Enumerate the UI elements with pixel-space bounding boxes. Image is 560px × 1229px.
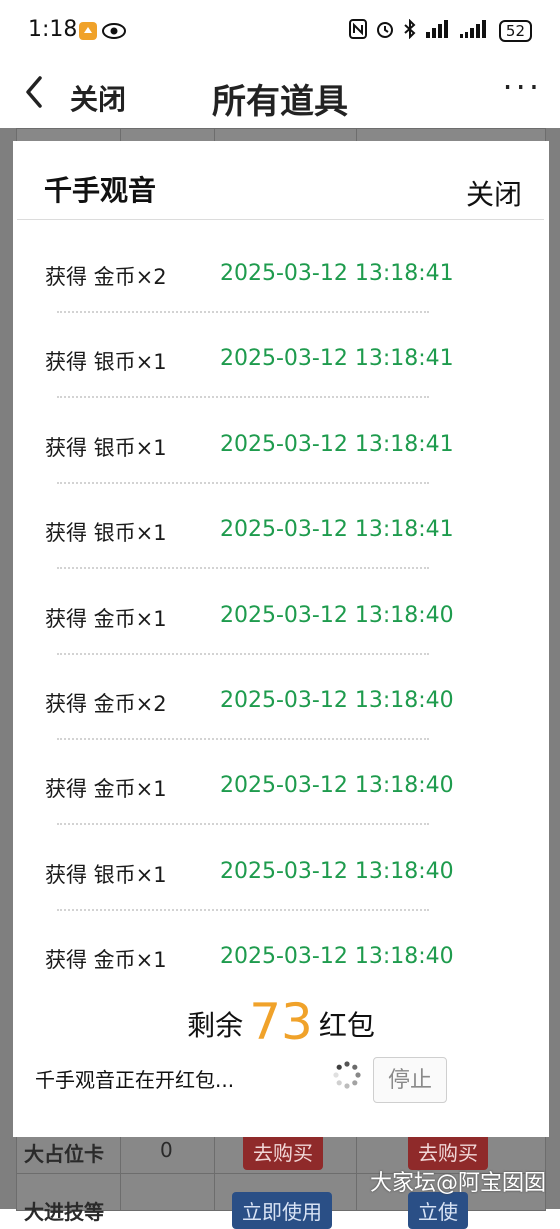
remaining-count: 73: [249, 993, 313, 1051]
reward-time: 2025-03-12 13:18:41: [220, 431, 454, 457]
alarm-icon: [375, 19, 395, 43]
reward-time: 2025-03-12 13:18:41: [220, 261, 454, 286]
bg-row-label: 大占位卡: [24, 1142, 104, 1166]
reward-time: 2025-03-12 13:18:41: [220, 517, 454, 543]
list-item: 获得 金币×1 2025-03-12 13:18:40: [13, 561, 549, 655]
stop-button[interactable]: 停止: [373, 1057, 447, 1103]
battery-indicator: 52: [498, 20, 532, 42]
loading-spinner-icon: [333, 1061, 361, 1089]
reward-text: 获得 银币×1: [45, 350, 167, 375]
open-redpacket-dialog: 千手观音 关闭 获得 金币×2 2025-03-12 13:18:41 获得 银…: [13, 141, 549, 1137]
dialog-title: 千手观音: [44, 174, 157, 207]
status-time: 1:18: [28, 17, 78, 42]
reward-time: 2025-03-12 13:18:40: [220, 687, 454, 713]
reward-text: 获得 金币×2: [45, 691, 167, 716]
reward-time: 2025-03-12 13:18:40: [220, 773, 454, 799]
dialog-close-button[interactable]: 关闭: [466, 173, 522, 213]
list-item: 获得 银币×1 2025-03-12 13:18:41: [13, 475, 549, 570]
reward-time: 2025-03-12 13:18:41: [220, 346, 454, 372]
opening-status-text: 千手观音正在开红包...: [35, 1068, 235, 1092]
bg-row-count: 0: [160, 1138, 173, 1162]
bg-row-label: 大进技等: [24, 1200, 104, 1224]
reward-text: 获得 金币×1: [45, 606, 167, 631]
reward-text: 获得 银币×1: [45, 435, 167, 460]
navigation-bar: 关闭 所有道具 ···: [0, 64, 560, 128]
list-item: 获得 金币×2 2025-03-12 13:18:41: [13, 219, 549, 313]
remaining-count-line: 剩余 73 红包: [13, 993, 549, 1051]
remaining-prefix: 剩余: [187, 1009, 244, 1042]
reward-time: 2025-03-12 13:18:40: [220, 944, 454, 970]
reward-text: 获得 金币×2: [45, 265, 167, 289]
reward-text: 获得 银币×1: [45, 862, 167, 887]
notification-icons: [78, 20, 138, 47]
signal-icon: [425, 20, 451, 42]
bluetooth-icon: [403, 18, 417, 43]
dialog-header: 千手观音 关闭: [17, 141, 544, 220]
buy-button[interactable]: 去购买: [243, 1133, 323, 1170]
reward-time: 2025-03-12 13:18:40: [220, 602, 454, 628]
reward-text: 获得 金币×1: [45, 948, 167, 973]
list-item: 获得 金币×1 2025-03-12 13:18:40: [13, 902, 549, 987]
reward-text: 获得 银币×1: [45, 521, 167, 546]
page-title: 所有道具: [212, 82, 348, 122]
reward-log-list: 获得 金币×2 2025-03-12 13:18:41 获得 银币×1 2025…: [13, 219, 549, 988]
reward-text: 获得 金币×1: [45, 777, 167, 802]
list-item: 获得 银币×1 2025-03-12 13:18:41: [13, 390, 549, 484]
status-bar: 1:18 52: [0, 0, 560, 64]
list-item: 获得 金币×1 2025-03-12 13:18:40: [13, 731, 549, 826]
remaining-suffix: 红包: [318, 1009, 375, 1042]
system-icons: 52: [348, 18, 532, 43]
use-button[interactable]: 立即使用: [232, 1192, 332, 1229]
list-item: 获得 银币×1 2025-03-12 13:18:41: [13, 304, 549, 399]
reward-time: 2025-03-12 13:18:40: [220, 858, 454, 884]
list-item: 获得 金币×2 2025-03-12 13:18:40: [13, 646, 549, 740]
list-item: 获得 银币×1 2025-03-12 13:18:40: [13, 817, 549, 911]
nfc-icon: [348, 19, 367, 43]
more-menu-icon[interactable]: ···: [502, 68, 542, 106]
signal-icon-2: [459, 20, 491, 42]
watermark: 大家坛@阿宝囡囡: [369, 1171, 546, 1196]
use-button[interactable]: 立使: [408, 1192, 468, 1229]
